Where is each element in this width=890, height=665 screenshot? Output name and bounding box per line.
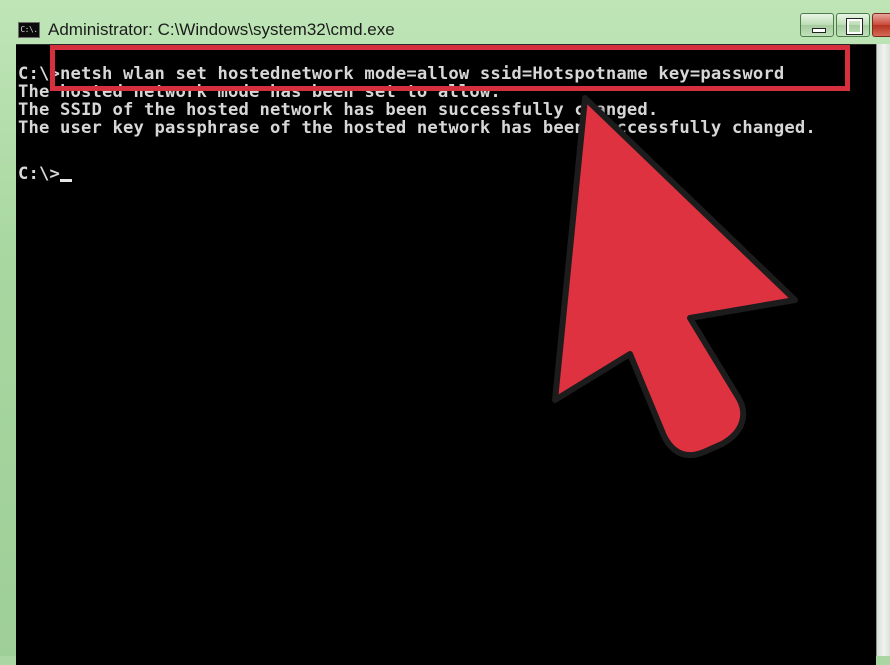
cmd-window: C:\. Administrator: C:\Windows\system32\… [0, 0, 890, 665]
maximize-icon [846, 18, 863, 35]
maximize-button[interactable] [836, 13, 870, 37]
cmd-app-icon[interactable]: C:\. [18, 22, 40, 38]
vertical-scrollbar[interactable] [876, 44, 890, 656]
console-output-line: The user key passphrase of the hosted ne… [18, 118, 816, 138]
minimize-button[interactable] [800, 13, 834, 37]
minimize-icon [812, 28, 826, 33]
title-bar[interactable]: C:\. Administrator: C:\Windows\system32\… [0, 0, 890, 44]
close-button[interactable] [872, 13, 890, 37]
console-area[interactable]: C:\>netsh wlan set hostednetwork mode=al… [16, 44, 876, 665]
window-title: Administrator: C:\Windows\system32\cmd.e… [48, 20, 395, 39]
console-prompt[interactable]: C:\> [18, 165, 72, 183]
console-output-line: The hosted network mode has been set to … [18, 82, 501, 102]
console-command-line: C:\>netsh wlan set hostednetwork mode=al… [18, 64, 785, 84]
text-cursor [60, 179, 72, 182]
console-output-line: The SSID of the hosted network has been … [18, 100, 659, 120]
prompt-text: C:\> [18, 164, 60, 184]
